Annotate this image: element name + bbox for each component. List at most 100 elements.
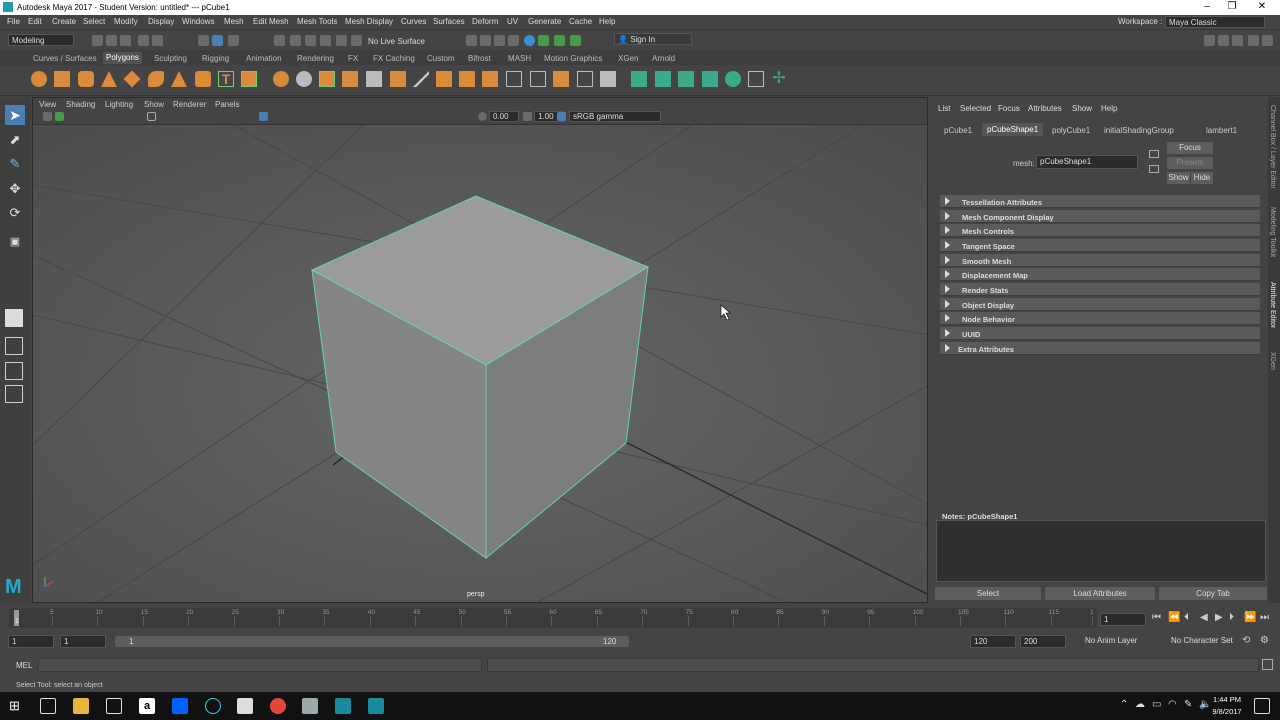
four-view-icon[interactable] xyxy=(5,337,23,355)
infinity-app-icon[interactable] xyxy=(205,698,221,714)
move-tool-icon[interactable]: ✥ xyxy=(5,179,25,199)
section-uuid[interactable]: UUID xyxy=(940,327,1260,340)
camera-select-icon[interactable] xyxy=(43,112,52,121)
make-live-icon[interactable] xyxy=(351,35,362,46)
render-icon[interactable] xyxy=(480,35,491,46)
layout-uv-icon[interactable] xyxy=(600,71,616,87)
bevel-icon[interactable] xyxy=(390,71,406,87)
start-time-field[interactable]: 1 xyxy=(8,635,54,648)
viewport-panel[interactable]: View Shading Lighting Show Renderer Pane… xyxy=(32,97,928,603)
shelf-tab-xgen[interactable]: XGen xyxy=(618,54,638,63)
menu-generate[interactable]: Generate xyxy=(528,17,561,26)
focus-input-icon[interactable] xyxy=(1149,150,1159,158)
step-back-key-icon[interactable]: ⏴ xyxy=(1184,612,1189,623)
shelf-tab-mash[interactable]: MASH xyxy=(508,54,531,63)
planar-map-icon[interactable] xyxy=(530,71,546,87)
multi-cut-icon[interactable] xyxy=(413,71,429,87)
sidetab-modeling-toolkit[interactable]: Modeling Toolkit xyxy=(1269,207,1276,257)
fill-hole-icon[interactable] xyxy=(506,71,522,87)
workspace-dropdown[interactable]: Maya Classic xyxy=(1165,16,1265,28)
shelf-tab-rendering[interactable]: Rendering xyxy=(297,54,334,63)
presets-button[interactable]: Presets xyxy=(1167,157,1213,169)
close-button[interactable]: ✕ xyxy=(1252,1,1272,13)
auto-key-icon[interactable]: ⟲ xyxy=(1242,635,1250,646)
play-backward-icon[interactable]: ◀ xyxy=(1200,612,1208,623)
lasso-tool-icon[interactable]: ⬈ xyxy=(5,130,25,150)
select-object-icon[interactable] xyxy=(212,35,223,46)
sidetab-channel-box[interactable]: Channel Box / Layer Editor xyxy=(1269,105,1276,189)
poly-pyramid-icon[interactable] xyxy=(171,71,187,87)
menu-display[interactable]: Display xyxy=(148,17,174,26)
viewport-menu-panels[interactable]: Panels xyxy=(215,100,239,109)
select-hierarchy-icon[interactable] xyxy=(198,35,209,46)
poly-torus-icon[interactable] xyxy=(148,71,164,87)
menu-uv[interactable]: UV xyxy=(507,17,518,26)
menu-surfaces[interactable]: Surfaces xyxy=(433,17,465,26)
poly-cube-icon[interactable] xyxy=(54,71,70,87)
section-tessellation-attributes[interactable]: Tessellation Attributes xyxy=(940,195,1260,208)
persp-outliner-icon[interactable] xyxy=(5,362,23,380)
clock-time[interactable]: 1:44 PM xyxy=(1208,695,1246,704)
shelf-tab-motion-graphics[interactable]: Motion Graphics xyxy=(544,54,602,63)
notifications-icon[interactable] xyxy=(1254,698,1270,714)
pivot-icon[interactable] xyxy=(748,71,764,87)
exposure-field[interactable]: 0.00 xyxy=(489,111,519,122)
mel-label[interactable]: MEL xyxy=(16,661,32,670)
tab-pcubeshape1[interactable]: pCubeShape1 xyxy=(982,123,1044,136)
shelf-tab-animation[interactable]: Animation xyxy=(246,54,282,63)
rotate-tool-icon[interactable]: ⟳ xyxy=(5,203,25,223)
section-smooth-mesh[interactable]: Smooth Mesh xyxy=(940,254,1260,267)
gamma-icon[interactable] xyxy=(523,112,532,121)
quad-draw-icon[interactable] xyxy=(702,71,718,87)
menu-mesh-display[interactable]: Mesh Display xyxy=(345,17,393,26)
pen-icon[interactable]: ✎ xyxy=(1184,699,1192,710)
poly-plane-icon[interactable] xyxy=(123,70,141,88)
section-tangent-space[interactable]: Tangent Space xyxy=(940,239,1260,252)
tab-polycube1[interactable]: polyCube1 xyxy=(1052,126,1090,135)
extrude-icon[interactable] xyxy=(436,71,452,87)
step-forward-key-icon[interactable]: ⏵ xyxy=(1229,612,1234,623)
anim-layer-dropdown[interactable]: No Anim Layer xyxy=(1082,635,1164,647)
menu-create[interactable]: Create xyxy=(52,17,76,26)
redo-icon[interactable] xyxy=(152,35,163,46)
shelf-tab-fx[interactable]: FX xyxy=(348,54,358,63)
battery-icon[interactable]: ▭ xyxy=(1152,699,1161,710)
play-forward-icon[interactable]: ▶ xyxy=(1215,612,1223,623)
symmetry-icon[interactable]: ✢ xyxy=(771,71,787,87)
outliner-icon[interactable] xyxy=(5,385,23,403)
maya-window-icon[interactable] xyxy=(368,698,384,714)
colorspace-dropdown[interactable]: sRGB gamma xyxy=(569,111,661,122)
notepad-icon[interactable] xyxy=(302,698,318,714)
bridge-icon[interactable] xyxy=(459,71,475,87)
shelf-toggle-icon[interactable] xyxy=(1262,35,1273,46)
mirror-icon[interactable] xyxy=(366,71,382,87)
playback-start-field[interactable]: 1 xyxy=(60,635,106,648)
store-icon[interactable] xyxy=(106,698,122,714)
snap-plane-icon[interactable] xyxy=(320,35,331,46)
section-mesh-controls[interactable]: Mesh Controls xyxy=(940,224,1260,237)
section-extra-attributes[interactable]: Extra Attributes xyxy=(940,342,1260,355)
windows-start-icon[interactable]: ⊞ xyxy=(9,698,20,714)
target-weld-icon[interactable] xyxy=(482,71,498,87)
tab-pcube1[interactable]: pCube1 xyxy=(944,126,972,135)
svg-icon[interactable] xyxy=(241,71,257,87)
viewport-menu-view[interactable]: View xyxy=(39,100,56,109)
section-mesh-component-display[interactable]: Mesh Component Display xyxy=(940,210,1260,223)
toolsettings-icon[interactable] xyxy=(1248,35,1259,46)
step-forward-icon[interactable]: ⏩ xyxy=(1244,612,1256,623)
channel-layout-icon[interactable] xyxy=(1232,35,1243,46)
anim-prefs-icon[interactable]: ⚙ xyxy=(1260,635,1269,646)
tab-lambert1[interactable]: lambert1 xyxy=(1206,126,1237,135)
smooth-shade-icon[interactable] xyxy=(259,112,268,121)
poly-sphere-icon[interactable] xyxy=(31,71,47,87)
single-view-icon[interactable] xyxy=(5,309,23,327)
viewport-menu-shading[interactable]: Shading xyxy=(66,100,95,109)
paint-select-icon[interactable]: ✎ xyxy=(5,154,25,174)
shelf-tab-rigging[interactable]: Rigging xyxy=(202,54,229,63)
snap-point-icon[interactable] xyxy=(305,35,316,46)
ipr-icon[interactable] xyxy=(494,35,505,46)
viewport-menu-lighting[interactable]: Lighting xyxy=(105,100,133,109)
menu-set-dropdown[interactable]: Modeling xyxy=(8,34,74,46)
ae-select-button[interactable]: Select xyxy=(935,587,1041,600)
menu-cache[interactable]: Cache xyxy=(569,17,592,26)
